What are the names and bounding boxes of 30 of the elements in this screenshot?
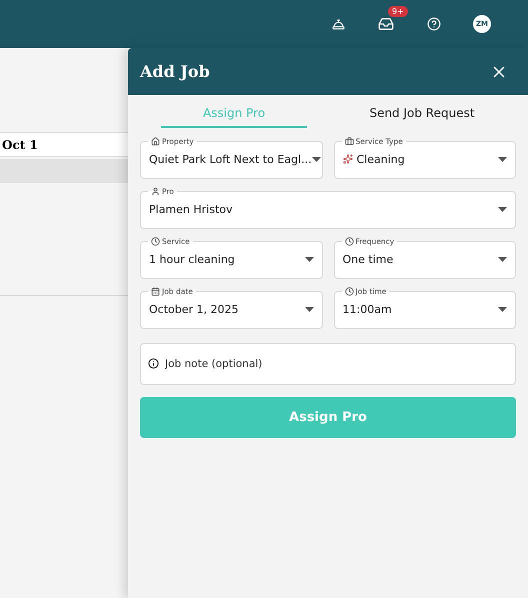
field-label-icon	[151, 237, 160, 246]
bell-icon[interactable]	[332, 18, 344, 30]
caret-icon	[304, 256, 314, 262]
drawer-title: Add Job	[140, 62, 210, 81]
caret-icon	[312, 156, 321, 162]
field-label-icon	[151, 137, 160, 146]
notification-badge: 9+	[388, 6, 408, 17]
tab[interactable]: Send Job Request	[328, 99, 516, 129]
caret-icon	[498, 256, 507, 262]
inbox-icon[interactable]	[378, 16, 394, 32]
field-value: Quiet Park Loft Next to Eagl...	[149, 152, 312, 166]
column-heading: Oct 1	[0, 132, 128, 157]
caret-icon	[498, 156, 507, 162]
caret-icon	[498, 206, 507, 212]
info-icon	[148, 358, 159, 369]
field-value: October 1, 2025	[149, 302, 239, 316]
field-label-icon	[344, 287, 354, 296]
help-icon[interactable]	[427, 17, 441, 31]
field-label-icon	[344, 137, 354, 146]
field-value: 11:00am	[342, 302, 392, 316]
field-value: Plamen Hristov	[149, 202, 233, 216]
sparkles-icon	[342, 154, 352, 164]
field-value: 1 hour cleaning	[149, 252, 235, 266]
field-value: Cleaning	[356, 152, 405, 166]
field-label-icon	[344, 237, 354, 246]
field-value: One time	[342, 252, 394, 266]
field-label-icon	[151, 187, 160, 196]
caret-icon	[498, 306, 507, 312]
field-label-icon	[151, 287, 160, 296]
caret-icon	[304, 306, 314, 312]
